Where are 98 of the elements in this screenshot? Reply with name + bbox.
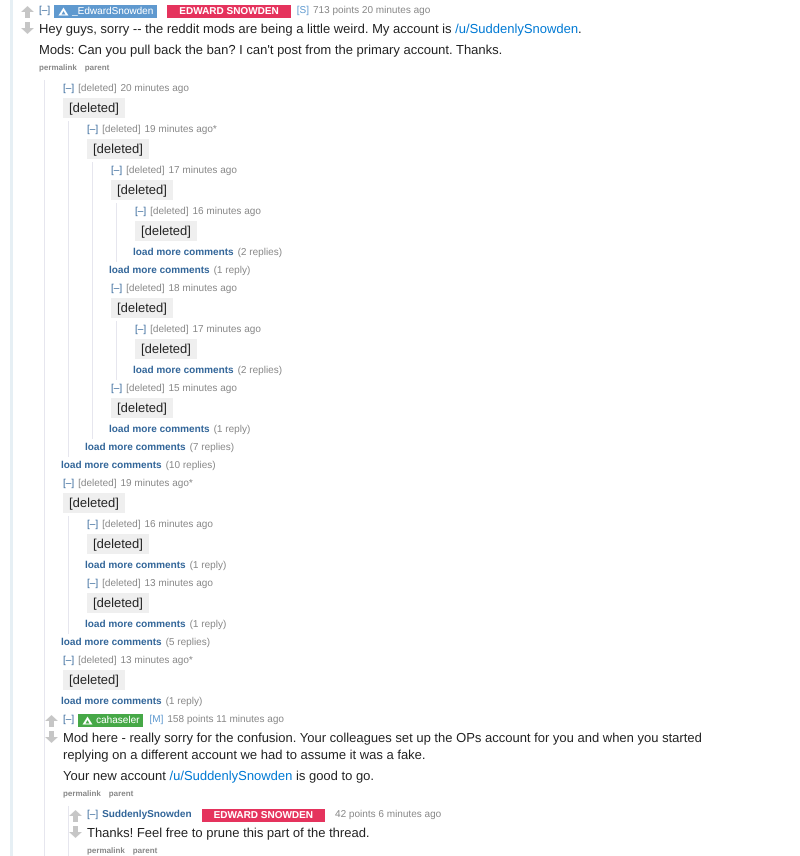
action-link[interactable]: parent <box>108 788 134 800</box>
comment-text: Thanks! Feel free to prune this part of the thread. <box>87 824 371 841</box>
comment-time: 17 minutes ago <box>192 323 261 337</box>
author-name: [deleted] <box>78 477 116 491</box>
collapse-toggle[interactable]: [–] <box>135 205 146 219</box>
collapse-toggle[interactable]: [–] <box>63 477 74 491</box>
comment-text: Mod here - really sorry for the confusion. Your colleagues set up the OPs account for you and when you started replying on a different account we had to assume it was a fake. <box>63 729 703 763</box>
reply-count: (1 reply) <box>214 423 250 437</box>
deleted-body: [deleted] <box>135 221 197 241</box>
author-name: [deleted] <box>150 205 188 219</box>
author-name: [deleted] <box>126 164 164 178</box>
action-link[interactable]: parent <box>84 62 110 74</box>
collapse-toggle[interactable]: [–] <box>87 518 98 532</box>
author-badge[interactable]: cahaseler <box>78 714 144 726</box>
upvote-arrow-icon[interactable] <box>21 6 34 18</box>
score-and-time: 713 points 20 minutes ago <box>312 4 430 18</box>
reply-count: (10 replies) <box>166 459 216 473</box>
comment-time: 19 minutes ago* <box>120 477 193 491</box>
reply-count: (1 reply) <box>190 559 226 573</box>
action-link[interactable]: permalink <box>39 62 77 74</box>
comment-time: 19 minutes ago* <box>144 123 217 137</box>
reply-count: (2 replies) <box>238 364 282 378</box>
author-name: [deleted] <box>102 518 140 532</box>
reply-count: (1 reply) <box>166 695 202 709</box>
upvote-arrow-icon[interactable] <box>45 715 58 727</box>
comment-time: 17 minutes ago <box>168 164 237 178</box>
collapse-toggle[interactable]: [–] <box>135 323 146 337</box>
comment-text: Hey guys, sorry -- the reddit mods are being a little weird. My account is /u/SuddenlySnowden. <box>39 20 583 37</box>
load-more-link[interactable]: load more comments <box>133 246 234 260</box>
collapse-toggle[interactable]: [–] <box>63 82 74 96</box>
author-name: [deleted] <box>78 654 116 668</box>
author-name: [deleted] <box>126 382 164 396</box>
load-more-link[interactable]: load more comments <box>61 695 162 709</box>
load-more-link[interactable]: load more comments <box>61 459 162 473</box>
author-badge[interactable]: _EdwardSnowden <box>54 4 158 18</box>
reply-count: (7 replies) <box>190 441 234 455</box>
author-name: [deleted] <box>78 82 116 96</box>
comment-time: 16 minutes ago <box>192 205 261 219</box>
user-flair: EDWARD SNOWDEN <box>202 808 326 822</box>
collapse-toggle[interactable]: [–] <box>111 282 122 296</box>
user-link[interactable]: /u/SuddenlySnowden <box>169 768 292 783</box>
deleted-body: [deleted] <box>63 493 125 513</box>
load-more-link[interactable]: load more comments <box>61 636 162 650</box>
downvote-arrow-icon[interactable] <box>21 22 34 34</box>
collapse-toggle[interactable]: [–] <box>111 164 122 178</box>
downvote-arrow-icon[interactable] <box>69 826 82 838</box>
deleted-body: [deleted] <box>87 534 149 554</box>
reply-count: (1 reply) <box>190 618 226 632</box>
load-more-link[interactable]: load more comments <box>133 364 234 378</box>
author-name: [deleted] <box>126 282 164 296</box>
upvote-arrow-icon[interactable] <box>69 810 82 822</box>
collapse-toggle[interactable]: [–] <box>63 713 74 727</box>
author-name: [deleted] <box>102 577 140 591</box>
user-link[interactable]: /u/SuddenlySnowden <box>455 21 578 36</box>
collapse-toggle[interactable]: [–] <box>63 654 74 668</box>
user-flair: EDWARD SNOWDEN <box>167 4 291 18</box>
action-link[interactable]: permalink <box>87 845 125 856</box>
action-link[interactable]: permalink <box>63 788 101 800</box>
load-more-link[interactable]: load more comments <box>85 441 186 455</box>
author-link[interactable]: SuddenlySnowden <box>102 808 192 822</box>
load-more-link[interactable]: load more comments <box>109 423 210 437</box>
author-name: [deleted] <box>150 323 188 337</box>
collapse-toggle[interactable]: [–] <box>87 577 98 591</box>
comment-text: Mods: Can you pull back the ban? I can't post from the primary account. Thanks. <box>39 41 504 58</box>
reply-count: (1 reply) <box>214 264 250 278</box>
triangle-logo-icon <box>58 6 70 16</box>
comment-time: 18 minutes ago <box>168 282 237 296</box>
deleted-body: [deleted] <box>87 139 149 159</box>
role-tag: [S] <box>296 4 309 18</box>
comment-time: 16 minutes ago <box>144 518 213 532</box>
author-name: [deleted] <box>102 123 140 137</box>
score-and-time: 158 points 11 minutes ago <box>167 713 284 727</box>
reply-count: (2 replies) <box>238 246 282 260</box>
role-tag: [M] <box>149 713 164 727</box>
collapse-toggle[interactable]: [–] <box>39 4 50 18</box>
comment-text: Your new account /u/SuddenlySnowden is good to go. <box>63 767 376 784</box>
reply-count: (5 replies) <box>166 636 210 650</box>
triangle-logo-icon <box>82 716 94 724</box>
deleted-body: [deleted] <box>111 180 173 200</box>
action-link[interactable]: parent <box>132 845 158 856</box>
load-more-link[interactable]: load more comments <box>85 559 186 573</box>
comment-time: 15 minutes ago <box>168 382 237 396</box>
deleted-body: [deleted] <box>63 670 125 690</box>
comment-time: 13 minutes ago* <box>120 654 193 668</box>
collapse-toggle[interactable]: [–] <box>87 808 98 822</box>
comment-time: 13 minutes ago <box>144 577 213 591</box>
deleted-body: [deleted] <box>135 339 197 359</box>
deleted-body: [deleted] <box>111 398 173 418</box>
load-more-link[interactable]: load more comments <box>85 618 186 632</box>
load-more-link[interactable]: load more comments <box>109 264 210 278</box>
deleted-body: [deleted] <box>87 593 149 613</box>
comment-time: 20 minutes ago <box>120 82 189 96</box>
deleted-body: [deleted] <box>111 298 173 318</box>
score-and-time: 42 points 6 minutes ago <box>335 808 442 822</box>
deleted-body: [deleted] <box>63 98 125 118</box>
collapse-toggle[interactable]: [–] <box>87 123 98 137</box>
downvote-arrow-icon[interactable] <box>45 731 58 743</box>
collapse-toggle[interactable]: [–] <box>111 382 122 396</box>
